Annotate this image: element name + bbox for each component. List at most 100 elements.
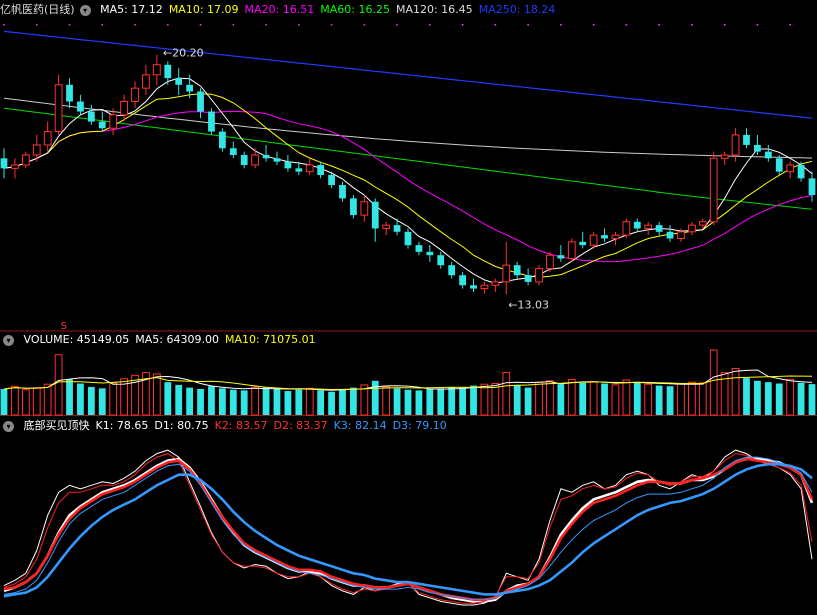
- volume-bar: [350, 387, 357, 415]
- candle-body: [513, 265, 521, 276]
- volume-bar: [754, 380, 761, 415]
- chevron-down-icon[interactable]: ▾: [3, 334, 14, 346]
- candle-body: [720, 154, 729, 159]
- candle-body: [567, 241, 576, 260]
- signal-dot: [527, 24, 529, 26]
- volume-bar: [698, 382, 707, 416]
- candle-body: [448, 265, 456, 276]
- volume-bar: [11, 385, 19, 416]
- ma-legend-5: MA250: 18.24: [478, 3, 556, 16]
- signal-dot: [330, 24, 333, 26]
- signal-dot: [35, 24, 38, 26]
- candle-body: [43, 131, 52, 146]
- indicator-legend-4: D2: 83.37: [273, 419, 328, 432]
- volume-bar: [764, 382, 772, 415]
- price-chart[interactable]: ←20.20 ←13.03 S: [0, 0, 817, 332]
- candle-body: [360, 201, 369, 216]
- volume-bar: [535, 381, 543, 416]
- volume-bar: [251, 386, 260, 416]
- signal-dot: [429, 24, 431, 26]
- candle-body: [437, 255, 445, 266]
- candle-body: [339, 185, 346, 199]
- volume-bar: [459, 387, 466, 415]
- volume-legend-0: VOLUME: 45149.05: [23, 333, 130, 346]
- signal-dot: [560, 24, 562, 26]
- volume-bar: [404, 389, 412, 415]
- volume-bar: [98, 388, 106, 415]
- indicator-legend-3: K2: 83.57: [214, 419, 268, 432]
- volume-bar: [295, 389, 303, 415]
- candle-body: [546, 254, 554, 270]
- candle-body: [502, 264, 511, 283]
- sell-signal-label: S: [61, 321, 67, 332]
- low-label: ←13.03: [508, 298, 549, 311]
- high-label: ←20.20: [163, 47, 204, 60]
- signal-dot: [101, 24, 104, 26]
- signal-dot: [691, 24, 693, 26]
- candle-body: [426, 251, 434, 256]
- candle-body: [197, 91, 204, 112]
- volume-bar: [567, 378, 576, 416]
- candle-body: [218, 131, 226, 149]
- candle-body: [786, 164, 795, 173]
- kd-indicator-chart[interactable]: [0, 416, 817, 615]
- signal-dot: [396, 24, 398, 26]
- volume-bar: [688, 381, 696, 416]
- ma-legend-4: MA120: 16.45: [395, 3, 473, 16]
- candle-body: [98, 121, 106, 129]
- candle-body: [87, 111, 95, 122]
- candle-body: [698, 221, 707, 226]
- candle-body: [77, 101, 84, 112]
- indicator-header: ▾ 底部买见顶快 K1: 78.65 D1: 80.75 K2: 83.57 D2: 8…: [0, 418, 453, 434]
- candle-body: [579, 241, 587, 246]
- volume-bar: [317, 390, 325, 415]
- candle-body: [273, 158, 281, 162]
- candle-body: [229, 148, 237, 155]
- signal-dot: [494, 24, 497, 26]
- candle-body: [317, 164, 325, 176]
- chart-title: 亿帆医药(日线): [0, 3, 75, 16]
- volume-bar: [305, 387, 314, 416]
- ma-legend-3: MA60: 16.25: [320, 3, 390, 16]
- chevron-down-icon[interactable]: ▾: [3, 420, 14, 432]
- volume-bar: [502, 372, 511, 416]
- candle-body: [808, 178, 816, 196]
- volume-bar: [786, 378, 795, 416]
- volume-bar: [546, 380, 554, 416]
- ma-legend-0: MA5: 17.12: [100, 3, 163, 16]
- candle-body: [251, 154, 260, 166]
- volume-bar: [0, 389, 8, 415]
- volume-legend-2: MA10: 71075.01: [224, 333, 316, 346]
- series-d2-line: [3, 457, 814, 601]
- volume-bar: [491, 383, 500, 416]
- price-header: 亿帆医药(日线) ▾ MA5: 17.12 MA10: 17.09 MA20: 16.…: [0, 2, 561, 18]
- chevron-down-icon[interactable]: ▾: [79, 4, 91, 16]
- indicator-legend-6: D3: 79.10: [392, 419, 447, 432]
- volume-bar: [393, 388, 401, 415]
- series-k2-line: [3, 453, 813, 604]
- volume-bar: [655, 385, 663, 415]
- candle-body: [524, 275, 532, 282]
- volume-bar: [470, 385, 477, 415]
- signal-dot: [68, 24, 71, 26]
- ma10-line: [3, 93, 813, 278]
- volume-bar: [622, 379, 631, 416]
- candle-body: [557, 255, 565, 259]
- candle-body: [208, 111, 215, 132]
- signal-dot: [723, 24, 726, 26]
- volume-bar: [284, 391, 292, 415]
- volume-bar: [197, 389, 204, 415]
- candle-body: [709, 157, 718, 223]
- volume-bar: [775, 383, 783, 415]
- candle-body: [655, 225, 663, 232]
- volume-bar: [480, 383, 489, 416]
- candle-body: [644, 224, 653, 229]
- candle-body: [175, 78, 183, 85]
- volume-bar: [229, 389, 237, 415]
- volume-bar: [415, 390, 423, 415]
- volume-bar: [21, 389, 30, 416]
- candle-body: [305, 164, 314, 173]
- candle-body: [262, 154, 270, 159]
- candle-body: [688, 224, 696, 233]
- candle-body: [21, 154, 30, 166]
